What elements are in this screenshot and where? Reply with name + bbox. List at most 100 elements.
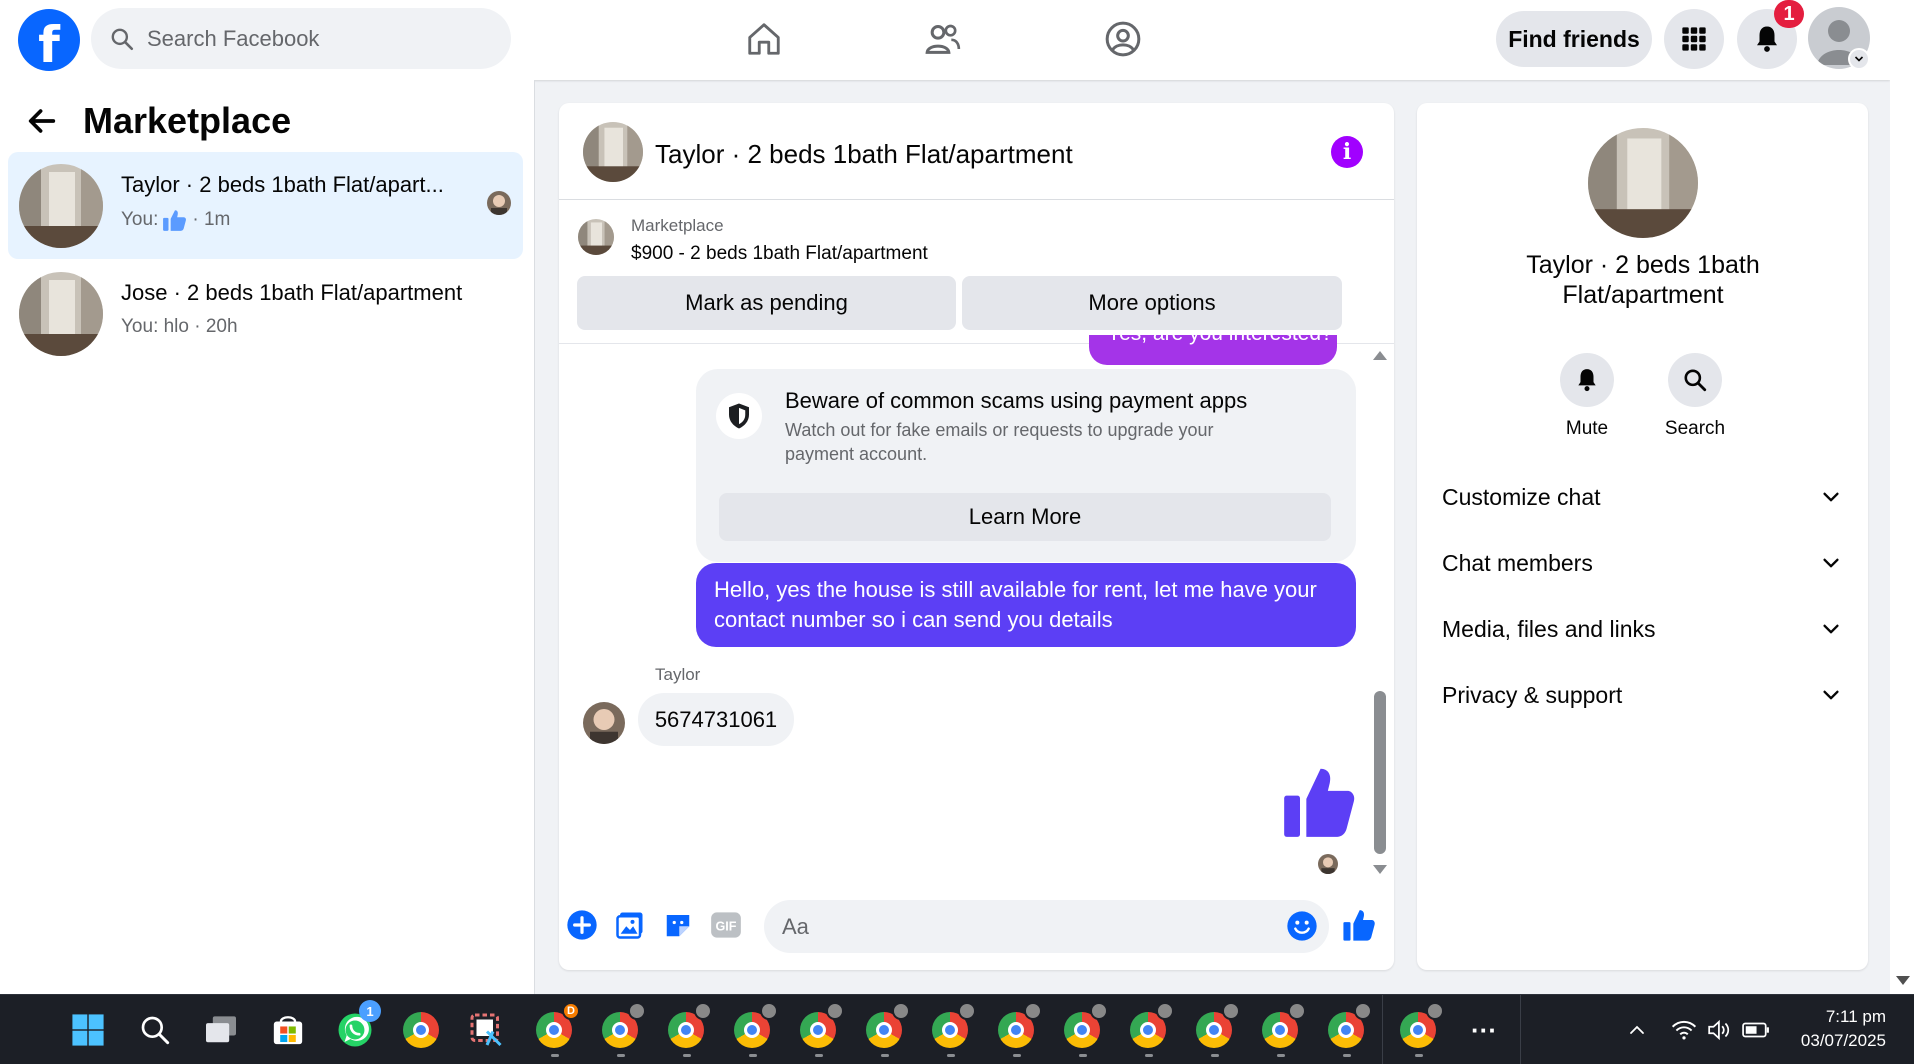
mute-label: Mute — [1565, 418, 1609, 439]
send-like-icon[interactable] — [1342, 908, 1376, 942]
search-icon — [1668, 353, 1722, 407]
message-composer: GIF — [559, 895, 1394, 965]
taskbar-separator — [1382, 995, 1383, 1064]
chrome-window-icon[interactable] — [864, 1002, 910, 1057]
chevron-down-icon[interactable] — [1848, 48, 1870, 70]
scroll-down-arrow[interactable] — [1373, 865, 1387, 874]
profile-circle-icon[interactable] — [1098, 14, 1148, 64]
window-scrollbar[interactable] — [1890, 0, 1914, 994]
message-bubble-sent: Hello, yes the house is still available … — [696, 563, 1356, 647]
conversation-item-jose[interactable]: Jose · 2 beds 1bath Flat/apartment You: … — [8, 260, 523, 367]
scam-warning-title: Beware of common scams using payment app… — [785, 388, 1248, 413]
chrome-window-icon[interactable] — [1062, 1002, 1108, 1057]
show-hidden-icons-chevron-up-icon[interactable] — [1617, 1010, 1657, 1050]
taskbar-separator — [1520, 995, 1521, 1064]
chevron-down-icon — [1823, 624, 1839, 634]
section-label: Customize chat — [1442, 483, 1601, 510]
snipping-tool-icon[interactable] — [467, 1010, 507, 1050]
mute-button[interactable]: Mute — [1537, 353, 1637, 440]
conversation-title: Taylor · 2 beds 1bath Flat/apart... — [121, 172, 444, 197]
preview-prefix: You: — [121, 209, 159, 230]
search-label: Search — [1664, 418, 1726, 439]
top-navigation-bar: f Search Facebook Find friends 1 — [0, 0, 1890, 80]
system-clock[interactable]: 7:11 pm 03/07/2025 — [1780, 1005, 1886, 1053]
add-plus-icon[interactable] — [565, 908, 599, 942]
microsoft-store-icon[interactable] — [268, 1010, 308, 1050]
clock-time: 7:11 pm — [1825, 1007, 1886, 1026]
chrome-window-icon[interactable] — [996, 1002, 1042, 1057]
chrome-window-icon[interactable] — [1260, 1002, 1306, 1057]
chrome-window-icon[interactable] — [1326, 1002, 1372, 1057]
partial-message-text: Yes, are you interested? — [1107, 335, 1333, 346]
scroll-up-arrow[interactable] — [1373, 351, 1387, 360]
conversation-item-taylor[interactable]: Taylor · 2 beds 1bath Flat/apart... You:… — [8, 152, 523, 259]
scam-warning-body: Watch out for fake emails or requests to… — [785, 420, 1214, 464]
chrome-window-icon[interactable] — [930, 1002, 976, 1057]
more-overflow-icon[interactable]: ··· — [1464, 1010, 1504, 1050]
chat-scrollbar-thumb[interactable] — [1374, 691, 1386, 854]
page-title: Marketplace — [83, 100, 292, 141]
menu-grid-icon[interactable] — [1664, 9, 1724, 69]
read-receipt-avatar — [1318, 854, 1338, 874]
learn-more-button[interactable]: Learn More — [719, 493, 1331, 541]
listing-thumbnail — [19, 272, 103, 356]
marketplace-header: Marketplace — [25, 100, 291, 142]
search-facebook-input[interactable]: Search Facebook — [91, 8, 511, 69]
home-icon[interactable] — [739, 14, 789, 64]
thumbs-up-icon — [1281, 763, 1357, 846]
sticker-icon[interactable] — [661, 908, 695, 942]
chrome-window-icon[interactable] — [798, 1002, 844, 1057]
privacy-support-row[interactable]: Privacy & support — [1442, 675, 1842, 715]
listing-source-label: Marketplace — [631, 216, 724, 235]
media-files-links-row[interactable]: Media, files and links — [1442, 609, 1842, 649]
sender-avatar[interactable] — [583, 702, 625, 744]
emoji-icon[interactable] — [1285, 909, 1319, 943]
customize-chat-row[interactable]: Customize chat — [1442, 477, 1842, 517]
chrome-window-icon[interactable] — [1194, 1002, 1240, 1057]
find-friends-button[interactable]: Find friends — [1496, 11, 1652, 67]
battery-icon[interactable] — [1736, 1010, 1776, 1050]
taskbar-search-icon[interactable] — [135, 1010, 175, 1050]
conversation-preview: You: hlo · 20h — [121, 316, 238, 337]
seen-avatar — [487, 191, 511, 215]
facebook-logo-icon[interactable]: f — [18, 9, 80, 71]
thumbs-up-icon — [163, 210, 187, 231]
task-view-icon[interactable] — [201, 1010, 241, 1050]
back-arrow-icon[interactable] — [25, 104, 59, 138]
photo-icon[interactable] — [613, 908, 647, 942]
windows-start-icon[interactable] — [68, 1010, 108, 1050]
info-icon[interactable]: i — [1331, 136, 1363, 168]
message-bubble-received: 5674731061 — [638, 693, 794, 746]
friends-icon[interactable] — [918, 14, 968, 64]
search-icon — [111, 28, 134, 50]
listing-price[interactable]: $900 - 2 beds 1bath Flat/apartment — [631, 243, 928, 265]
chrome-window-icon[interactable] — [600, 1002, 646, 1057]
listing-thumbnail — [19, 164, 103, 248]
message-input[interactable] — [764, 900, 1329, 953]
chrome-window-icon[interactable] — [666, 1002, 712, 1057]
chrome-profile-icon[interactable]: D — [534, 1002, 580, 1057]
gif-icon[interactable]: GIF — [709, 908, 743, 942]
more-options-button[interactable]: More options — [962, 276, 1342, 330]
notification-count-badge: 1 — [1774, 0, 1804, 28]
wifi-icon[interactable] — [1664, 1010, 1704, 1050]
chrome-window-icon[interactable] — [1128, 1002, 1174, 1057]
search-placeholder: Search Facebook — [147, 25, 320, 51]
message-bubble-sent-partial: Yes, are you interested? — [1089, 335, 1337, 365]
conversation-title: Jose · 2 beds 1bath Flat/apartment — [121, 280, 463, 305]
windows-taskbar: 1 D ··· 7:11 pm 03/07/2025 — [0, 994, 1914, 1064]
search-conversation-button[interactable]: Search — [1645, 353, 1745, 440]
mark-as-pending-button[interactable]: Mark as pending — [577, 276, 956, 330]
volume-icon[interactable] — [1700, 1010, 1740, 1050]
clock-date: 03/07/2025 — [1800, 1031, 1886, 1050]
chat-header: Taylor · 2 beds 1bath Flat/apartment i — [559, 103, 1394, 200]
chat-members-row[interactable]: Chat members — [1442, 543, 1842, 583]
chrome-window-icon[interactable] — [1398, 1002, 1444, 1057]
scroll-down-arrow[interactable] — [1896, 976, 1910, 985]
whatsapp-icon[interactable]: 1 — [335, 1000, 381, 1050]
svg-text:GIF: GIF — [716, 920, 737, 934]
chat-title[interactable]: Taylor · 2 beds 1bath Flat/apartment — [655, 139, 1073, 170]
chrome-window-icon[interactable] — [732, 1002, 778, 1057]
chrome-icon[interactable] — [401, 1010, 441, 1050]
chat-thumbnail[interactable] — [583, 122, 643, 182]
